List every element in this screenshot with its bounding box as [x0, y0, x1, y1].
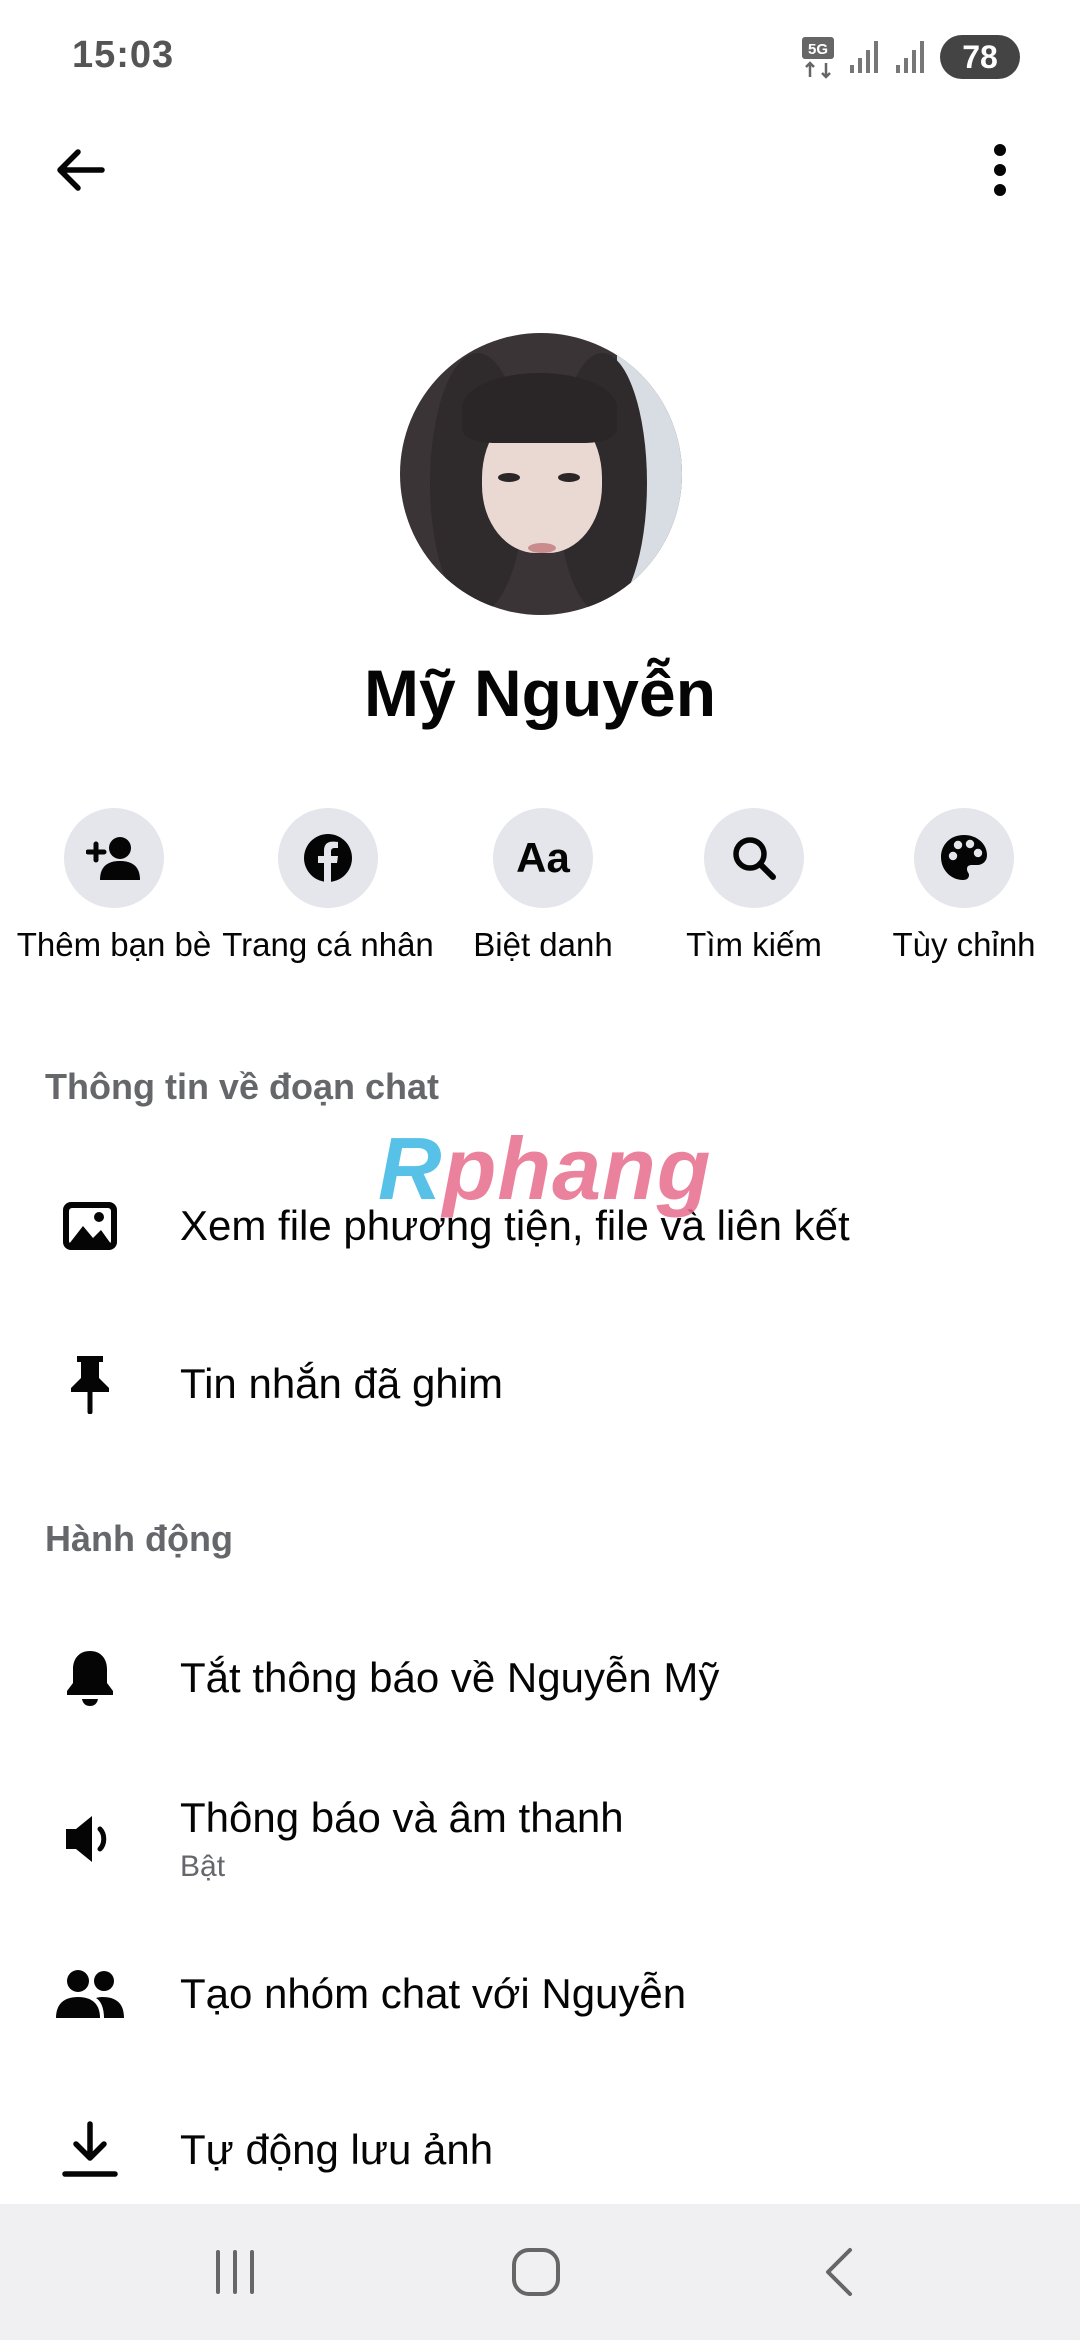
home-button[interactable]	[496, 2242, 576, 2302]
create-group-label: Tạo nhóm chat với Nguyễn	[180, 1970, 687, 2017]
signal-icon	[850, 41, 878, 73]
bell-icon	[67, 1651, 113, 1706]
download-icon	[62, 2121, 118, 2177]
watermark-logo: Rphang	[378, 1119, 712, 1218]
search-icon	[733, 837, 776, 880]
back-button[interactable]	[40, 130, 120, 210]
pinned-messages[interactable]: Tin nhắn đã ghim	[0, 1324, 1080, 1444]
notifications-sounds-label: Thông báo và âm thanh	[180, 1794, 624, 1841]
customize-button[interactable]: Tùy chỉnh	[854, 808, 1074, 964]
section-header-chat-info: Thông tin về đoạn chat	[45, 1066, 439, 1107]
palette-icon	[941, 835, 987, 880]
profile-page-button[interactable]: Trang cá nhân	[218, 808, 438, 964]
arrow-left-icon	[57, 149, 105, 191]
battery-indicator: 78	[940, 35, 1020, 79]
mute-notifications[interactable]: Tắt thông báo về Nguyễn Mỹ	[0, 1618, 1080, 1738]
quick-actions: Thêm bạn bè Trang cá nhân Aa Biệt danh T…	[0, 808, 1080, 968]
pinned-messages-label: Tin nhắn đã ghim	[180, 1360, 503, 1407]
search-label: Tìm kiếm	[686, 926, 822, 963]
more-options-button[interactable]	[960, 130, 1040, 210]
add-friend-button[interactable]: Thêm bạn bè	[4, 808, 224, 964]
home-icon	[512, 2248, 560, 2296]
status-time: 15:03	[72, 34, 175, 76]
speaker-icon	[66, 1816, 107, 1862]
mute-notifications-label: Tắt thông báo về Nguyễn Mỹ	[180, 1654, 720, 1701]
status-bar: 15:03 5G 78	[0, 0, 1080, 120]
nickname-button[interactable]: Aa Biệt danh	[433, 808, 653, 964]
image-icon	[63, 1202, 117, 1250]
svg-text:5G: 5G	[808, 41, 828, 58]
group-icon	[56, 1970, 124, 2018]
profile-avatar[interactable]	[400, 333, 682, 615]
network-5g-icon: 5G	[802, 37, 834, 79]
nickname-label: Biệt danh	[473, 926, 613, 963]
more-vertical-icon	[994, 144, 1006, 196]
pin-icon	[71, 1356, 109, 1414]
notifications-and-sounds[interactable]: Thông báo và âm thanh Bật	[0, 1774, 1080, 1904]
auto-save-label: Tự động lưu ảnh	[180, 2126, 494, 2173]
recent-apps-icon	[216, 2250, 254, 2294]
system-navigation-bar	[0, 2204, 1080, 2340]
search-button[interactable]: Tìm kiếm	[644, 808, 864, 964]
chat-settings-screen: 15:03 5G 78 Mỹ Nguyễn Thêm bạn bè Trang …	[0, 0, 1080, 2340]
profile-page-label: Trang cá nhân	[222, 926, 434, 963]
nickname-icon: Aa	[516, 834, 570, 881]
notifications-sounds-status: Bật	[180, 1850, 226, 1883]
auto-save-photos[interactable]: Tự động lưu ảnh	[0, 2090, 1080, 2210]
add-friend-icon	[86, 837, 140, 880]
signal-icon-2	[896, 41, 924, 73]
add-friend-label: Thêm bạn bè	[16, 926, 212, 963]
create-group-chat[interactable]: Tạo nhóm chat với Nguyễn	[0, 1934, 1080, 2054]
recent-apps-button[interactable]	[195, 2242, 275, 2302]
profile-name: Mỹ Nguyễn	[363, 656, 717, 730]
chevron-left-icon	[826, 2248, 852, 2296]
system-back-button[interactable]	[800, 2242, 880, 2302]
status-icons: 5G 78	[800, 34, 1020, 80]
section-header-actions: Hành động	[45, 1518, 233, 1559]
facebook-icon	[304, 834, 352, 883]
customize-label: Tùy chỉnh	[892, 926, 1036, 963]
